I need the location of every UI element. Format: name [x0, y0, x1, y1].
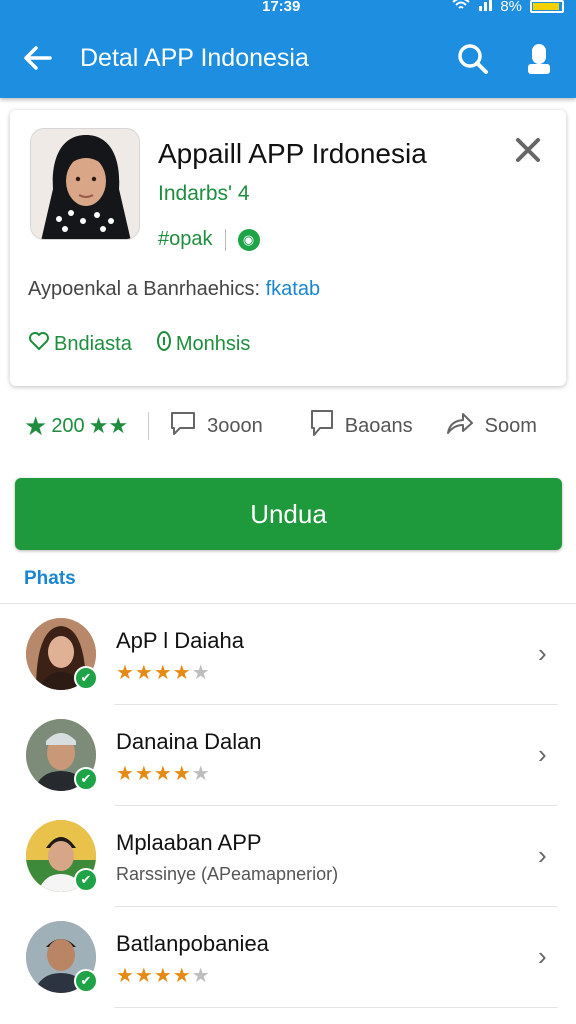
verified-icon: ✔: [74, 666, 98, 690]
list-item[interactable]: ✔ ApP l Daiaha ★★★★★ ›: [0, 604, 576, 705]
wifi-icon: [452, 0, 470, 15]
stat-comments[interactable]: 3ooon: [169, 409, 263, 443]
stat-share[interactable]: Soom: [445, 410, 537, 442]
chevron-right-icon[interactable]: ›: [538, 941, 547, 972]
stat-label: 3ooon: [207, 414, 263, 437]
status-time: 17:39: [262, 0, 301, 15]
signal-icon: [478, 0, 493, 15]
star-rating: ★★★★★: [116, 662, 211, 684]
list-item-name: Danaina Dalan: [116, 729, 262, 754]
star-rating: ★★★★★: [116, 965, 211, 987]
app-icon: [30, 128, 140, 240]
app-tag: #opak: [158, 228, 213, 250]
search-icon[interactable]: [456, 42, 490, 76]
chip-label: Bndiasta: [54, 332, 132, 355]
chevron-right-icon[interactable]: ›: [538, 638, 547, 669]
app-card: Appaill APP Irdonesia Indarbs' 4 #opak ◉…: [10, 110, 566, 386]
rating-stars: ★★: [88, 413, 129, 438]
comment-icon: [169, 409, 197, 443]
list-item[interactable]: ✔ Mplaaban APP Rarssinye (APeamapnerior)…: [0, 806, 576, 907]
stats-row: ★ 200 ★★ 3ooon Baoans Soom: [24, 406, 564, 446]
description-text: Aypoenkal a Banrhaehics:: [28, 278, 266, 300]
divider: [224, 228, 226, 251]
rating-value: 200: [51, 414, 85, 437]
back-arrow-icon[interactable]: [22, 38, 54, 83]
verified-icon: ✔: [74, 868, 98, 892]
share-icon: [445, 410, 475, 442]
list-item[interactable]: ✔ Danaina Dalan ★★★★★ ›: [0, 705, 576, 806]
list-item-name: Mplaaban APP: [116, 830, 262, 855]
chip-info[interactable]: Monhsis: [156, 330, 250, 358]
chevron-right-icon[interactable]: ›: [538, 739, 547, 770]
rating: ★ 200 ★★: [24, 411, 128, 442]
list-item-subtitle: Rarssinye (APeamapnerior): [116, 864, 339, 884]
star-rating: ★★★★★: [116, 763, 211, 785]
stat-label: Baoans: [344, 414, 413, 437]
verified-icon: ✔: [74, 969, 98, 993]
developer-list: ✔ ApP l Daiaha ★★★★★ › ✔ Danaina Dalan ★…: [0, 604, 576, 1008]
divider: [148, 412, 150, 440]
heart-icon: [28, 331, 50, 357]
developer-name[interactable]: Indarbs' 4: [158, 182, 250, 206]
chip-favorite[interactable]: Bndiasta: [28, 330, 132, 358]
list-item-name: ApP l Daiaha: [116, 628, 245, 653]
app-description: Aypoenkal a Banrhaehics: fkatab: [28, 278, 320, 301]
battery-icon: [530, 0, 564, 13]
status-icons: 8%: [452, 0, 564, 15]
section-title: Phats: [24, 568, 76, 589]
list-item[interactable]: ✔ Batlanpobaniea ★★★★★ ›: [0, 907, 576, 1008]
tag-row: #opak ◉: [158, 228, 260, 251]
badge-icon: ◉: [237, 228, 260, 251]
battery-percent: 8%: [500, 0, 522, 15]
stat-bookmarks[interactable]: Baoans: [309, 408, 413, 444]
bookmark-icon: [309, 408, 335, 444]
close-icon[interactable]: [514, 136, 542, 169]
info-icon: [156, 330, 172, 358]
user-icon[interactable]: [524, 42, 554, 76]
chevron-right-icon[interactable]: ›: [538, 840, 547, 871]
stat-label: Soom: [484, 414, 537, 437]
verified-icon: ✔: [74, 767, 98, 791]
star-icon: ★: [24, 410, 48, 441]
list-item-name: Batlanpobaniea: [116, 931, 269, 956]
install-button[interactable]: Undua: [15, 478, 562, 550]
description-link[interactable]: fkatab: [266, 278, 320, 300]
app-bar: 17:39 8% Detal APP Indonesia: [0, 0, 576, 98]
status-bar: 17:39 8%: [0, 0, 576, 20]
chip-row: Bndiasta Monhsis: [28, 330, 250, 358]
app-name: Appaill APP Irdonesia: [158, 138, 427, 169]
chip-label: Monhsis: [175, 332, 251, 355]
page-title: Detal APP Indonesia: [80, 44, 309, 72]
